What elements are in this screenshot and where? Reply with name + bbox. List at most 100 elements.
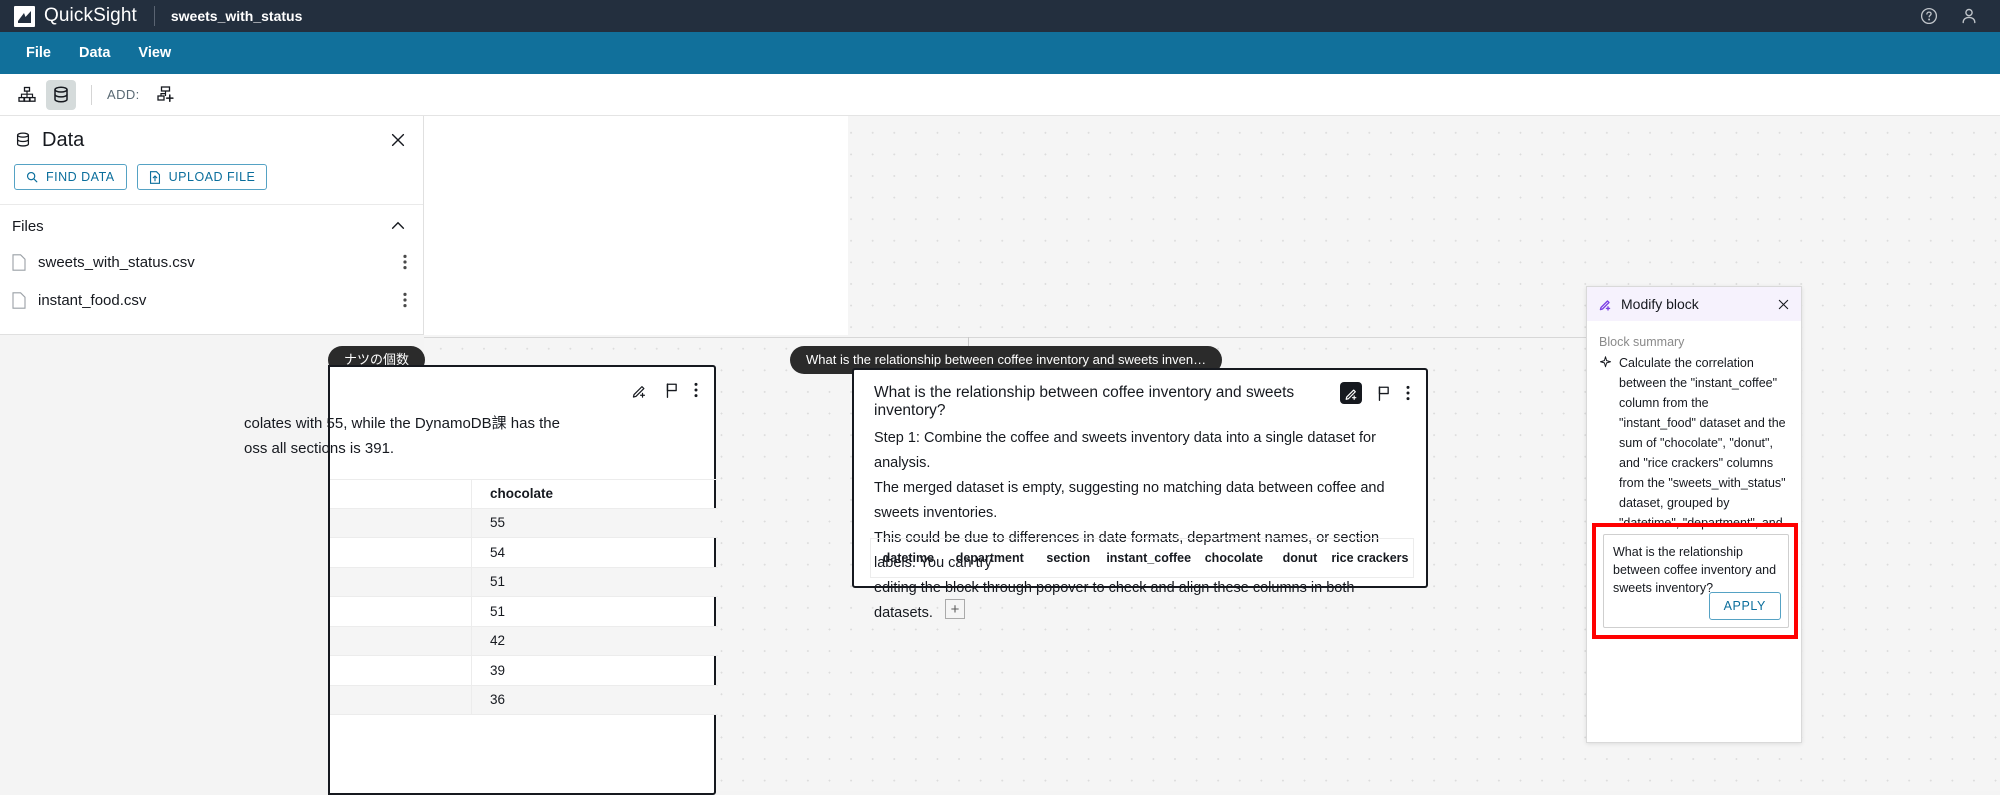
table-column-header: instant_coffee xyxy=(1106,551,1192,565)
find-data-button[interactable]: FIND DATA xyxy=(14,164,127,190)
modify-block-title: Modify block xyxy=(1621,296,1699,312)
modify-block-panel: Modify block Block summary Calculate the… xyxy=(1586,286,1802,743)
table-column-header: rice crackers xyxy=(1331,551,1409,565)
table-cell-blank xyxy=(330,626,472,655)
table-cell-blank xyxy=(330,480,472,508)
prompt-input-value: What is the relationship between coffee … xyxy=(1613,545,1777,595)
chevron-up-icon[interactable] xyxy=(389,217,407,235)
kebab-menu-icon[interactable] xyxy=(694,382,698,398)
hierarchy-flow-icon[interactable] xyxy=(12,80,42,110)
database-icon[interactable] xyxy=(46,79,76,110)
user-account-icon[interactable] xyxy=(1960,7,1978,25)
table-cell: 42 xyxy=(490,633,506,649)
block-toolbar xyxy=(1340,382,1410,404)
kebab-menu-icon[interactable] xyxy=(403,292,407,308)
flag-icon[interactable] xyxy=(1376,385,1392,402)
table-cell-blank xyxy=(330,567,472,596)
table-cell: 36 xyxy=(490,692,506,708)
data-panel-header: Data xyxy=(0,116,423,164)
table-column-header: donut xyxy=(1282,551,1318,565)
table-row: 39 xyxy=(330,656,718,686)
data-panel-title: Data xyxy=(42,128,85,151)
analysis-block-left[interactable]: colates with 55, while the DynamoDB課 has… xyxy=(244,365,718,795)
file-name: instant_food.csv xyxy=(38,291,147,309)
menu-item-view[interactable]: View xyxy=(124,39,185,67)
table-cell: 39 xyxy=(490,662,506,678)
block-canvas[interactable]: ナツの個数 What is the relationship between c… xyxy=(244,116,2000,795)
prompt-input[interactable]: What is the relationship between coffee … xyxy=(1603,534,1789,628)
block-question: What is the relationship between coffee … xyxy=(874,384,1295,419)
table-header-row: chocolate xyxy=(330,479,718,509)
tool-separator xyxy=(91,84,92,105)
table-row: 36 xyxy=(330,685,718,715)
table-row: 54 xyxy=(330,538,718,568)
menu-item-data[interactable]: Data xyxy=(65,39,124,67)
block-result-table: datetime department section instant_coff… xyxy=(870,538,1414,578)
upload-file-icon xyxy=(149,170,161,184)
edit-sparkle-icon[interactable] xyxy=(1340,382,1362,404)
table-cell: 51 xyxy=(490,603,506,619)
flag-icon[interactable] xyxy=(664,382,680,399)
tool-strip: ADD: xyxy=(0,74,2000,116)
add-block-button[interactable]: + xyxy=(945,599,965,619)
add-block-icon[interactable] xyxy=(151,80,181,110)
table-column-header: chocolate xyxy=(1204,551,1264,565)
list-item[interactable]: instant_food.csv xyxy=(0,281,423,319)
table-cell: 55 xyxy=(490,515,506,531)
files-label: Files xyxy=(12,217,44,235)
document-title: sweets_with_status xyxy=(170,8,303,24)
close-icon[interactable] xyxy=(389,131,407,149)
table-row: 42 xyxy=(330,626,718,656)
list-item[interactable]: sweets_with_status.csv xyxy=(0,243,423,281)
table-cell-blank xyxy=(330,656,472,685)
table-column-header: datetime xyxy=(882,551,935,565)
data-panel-actions: FIND DATA UPLOAD FILE xyxy=(0,164,423,205)
kebab-menu-icon[interactable] xyxy=(1406,385,1410,401)
add-label: ADD: xyxy=(107,87,140,102)
block-connector-line xyxy=(424,337,1614,338)
block-toolbar xyxy=(628,379,698,401)
table-cell-blank xyxy=(330,538,472,567)
block-result-table: chocolate 55 54 51 51 42 39 36 xyxy=(330,479,718,715)
table-cell-blank xyxy=(330,508,472,537)
table-row: 51 xyxy=(330,567,718,597)
quicksight-logo-icon xyxy=(14,5,35,27)
modify-block-header: Modify block xyxy=(1587,287,1801,321)
table-cell-blank xyxy=(330,685,472,714)
files-section-header[interactable]: Files xyxy=(0,205,423,243)
table-row: 51 xyxy=(330,597,718,627)
top-bar: QuickSight sweets_with_status xyxy=(0,0,2000,32)
block-narrative: Step 1: Combine the coffee and sweets in… xyxy=(874,430,1385,621)
table-cell-blank xyxy=(330,597,472,626)
edit-sparkle-icon xyxy=(1598,297,1613,312)
table-cell: 54 xyxy=(490,544,506,560)
menu-item-file[interactable]: File xyxy=(12,39,65,67)
menu-bar: File Data View xyxy=(0,32,2000,74)
table-column-header: department xyxy=(955,551,1024,565)
kebab-menu-icon[interactable] xyxy=(403,254,407,270)
edit-sparkle-icon[interactable] xyxy=(628,379,650,401)
file-icon xyxy=(12,291,26,309)
upload-file-button[interactable]: UPLOAD FILE xyxy=(136,164,268,190)
data-panel: Data FIND DATA UPLOAD FILE Files sweets_… xyxy=(0,116,424,335)
file-name: sweets_with_status.csv xyxy=(38,253,195,271)
canvas-panel-backing xyxy=(424,116,848,335)
file-icon xyxy=(12,253,26,271)
table-column-header: chocolate xyxy=(490,486,554,502)
help-circle-icon[interactable] xyxy=(1920,7,1938,25)
block-narrative: colates with 55, while the DynamoDB課 has… xyxy=(244,415,560,457)
table-column-header: section xyxy=(1046,551,1091,565)
table-cell: 51 xyxy=(490,574,506,590)
analysis-block-main[interactable]: What is the relationship between coffee … xyxy=(852,368,1428,621)
find-data-label: FIND DATA xyxy=(46,170,115,184)
close-icon[interactable] xyxy=(1776,297,1791,312)
brand-name: QuickSight xyxy=(44,5,137,26)
block-summary-label: Block summary xyxy=(1599,335,1685,349)
topbar-divider xyxy=(153,6,155,26)
table-row: 55 xyxy=(330,508,718,538)
apply-button[interactable]: APPLY xyxy=(1708,592,1781,620)
search-icon xyxy=(26,171,38,183)
prompt-highlight-frame: What is the relationship between coffee … xyxy=(1592,523,1798,639)
database-icon xyxy=(14,131,32,149)
upload-file-label: UPLOAD FILE xyxy=(168,170,256,184)
